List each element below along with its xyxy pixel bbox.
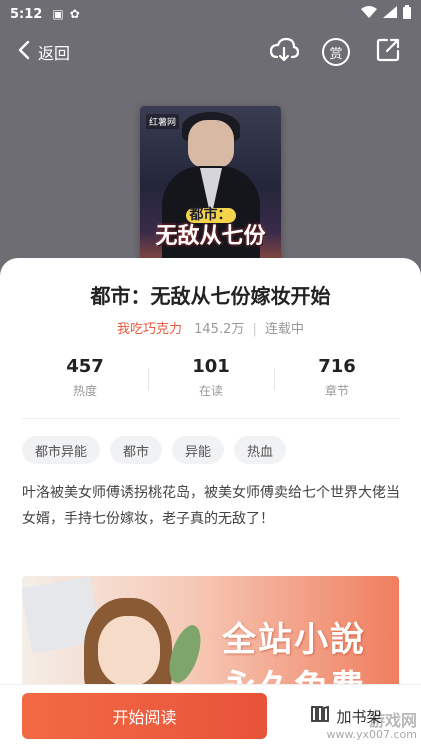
bottom-action-bar: 开始阅读 加书架 游戏网 www.yx007.com [0,684,421,748]
book-meta: 我吃巧克力 145.2万 | 连载中 [0,318,421,337]
stat-reading: 101 在读 [148,356,274,410]
stat-label: 章节 [324,384,349,398]
tag-list: 都市异能 都市 异能 热血 [22,436,287,464]
back-label: 返回 [38,44,71,63]
word-count: 145.2万 [194,322,245,337]
start-reading-button[interactable]: 开始阅读 [22,693,267,739]
serial-status: 连载中 [265,322,305,337]
book-title: 都市：无敌从七份嫁妆开始 [90,284,331,308]
book-detail-sheet: 都市：无敌从七份嫁妆开始 我吃巧克力 145.2万 | 连载中 457 热度 1… [0,258,421,748]
stat-label: 在读 [198,384,223,398]
banner-headline: 全站小說 [222,620,366,660]
reward-icon: 赏 [322,38,350,66]
back-button[interactable]: 返回 [18,40,70,64]
chevron-left-icon [18,40,30,64]
stat-popularity: 457 热度 [22,356,148,410]
watermark: 游戏网 www.yx007.com [326,711,417,742]
stat-chapters[interactable]: 716 章节 [274,356,400,410]
banner-character-face [98,616,160,686]
tag-chip[interactable]: 热血 [234,436,287,464]
meta-separator: | [252,322,257,337]
tag-chip[interactable]: 都市异能 [22,436,101,464]
reward-button[interactable]: 赏 [321,37,351,67]
cover-publisher-badge: 红薯网 [146,114,180,129]
status-bar: 5:12 ▣ ✿ [0,0,421,28]
tag-chip[interactable]: 异能 [172,436,225,464]
share-button[interactable] [373,37,403,67]
share-icon [375,37,401,67]
status-time: 5:12 [10,6,43,22]
stat-value: 716 [318,356,356,377]
divider [22,418,400,419]
tag-chip[interactable]: 都市 [110,436,163,464]
stats-row: 457 热度 101 在读 716 章节 [22,356,400,410]
author-link[interactable]: 我吃巧克力 [117,322,182,337]
cloud-download-icon [269,37,300,67]
cover-title-top: 都市： [185,208,236,223]
cover-figure-face [188,120,234,168]
stat-value: 101 [192,356,230,377]
cover-title-art: 都市： 无敌从七份 [144,206,277,248]
wifi-icon [361,6,377,22]
cover-title-main: 无敌从七份 [155,223,266,249]
app-notification-icon: ✿ [69,7,80,21]
stat-value: 457 [66,356,104,377]
signal-icon [383,6,397,22]
notification-icon: ▣ [52,7,64,21]
battery-icon [403,5,411,23]
top-nav: 返回 赏 [0,28,421,76]
watermark-title: 游戏网 [368,711,417,730]
download-button[interactable] [269,37,300,67]
stat-label: 热度 [72,384,97,398]
watermark-url: www.yx007.com [326,728,417,741]
book-description: 叶洛被美女师傅诱拐桃花岛，被美女师傅卖给七个世界大佬当女婿，手持七份嫁妆，老子真… [22,485,400,527]
